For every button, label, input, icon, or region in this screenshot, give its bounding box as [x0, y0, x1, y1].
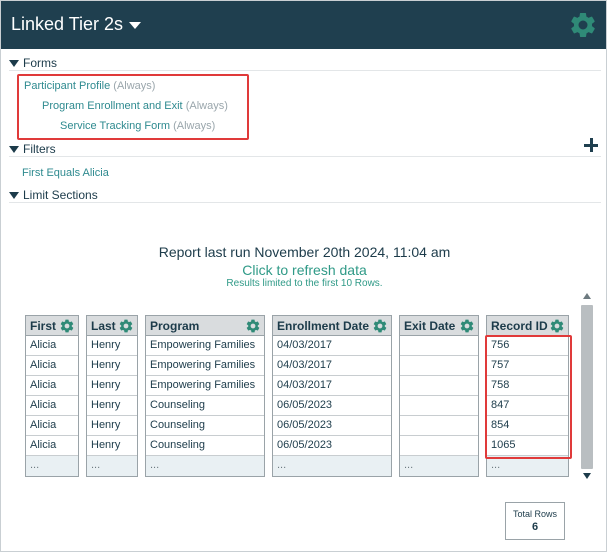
- column-gear-icon[interactable]: [59, 318, 75, 334]
- table-cell: Counseling: [146, 396, 264, 416]
- column-first: First Alicia Alicia Alicia Alicia Alicia…: [25, 315, 79, 477]
- table-cell: [400, 336, 478, 356]
- report-last-run: Report last run November 20th 2024, 11:0…: [158, 244, 451, 260]
- table-cell: 04/03/2017: [273, 336, 391, 356]
- table-cell: Henry: [87, 416, 137, 436]
- scroll-up-arrow-icon[interactable]: [583, 293, 591, 299]
- table-cell: Henry: [87, 436, 137, 456]
- table-cell: 06/05/2023: [273, 396, 391, 416]
- scroll-down-arrow-icon[interactable]: [583, 473, 591, 479]
- table-cell: Empowering Families: [146, 356, 264, 376]
- settings-gear-icon[interactable]: [568, 10, 598, 40]
- forms-section-toggle[interactable]: Forms: [9, 56, 57, 70]
- filters-section-toggle[interactable]: Filters: [9, 142, 56, 156]
- column-header-label: First: [30, 319, 57, 333]
- table-cell: Counseling: [146, 436, 264, 456]
- divider: [9, 202, 601, 203]
- forms-section-label: Forms: [23, 56, 57, 70]
- table-scrollbar[interactable]: [580, 291, 594, 481]
- table-cell: [400, 416, 478, 436]
- column-header-label: Record ID: [491, 319, 548, 333]
- column-program: Program Empowering Families Empowering F…: [145, 315, 265, 477]
- scroll-thumb[interactable]: [581, 305, 593, 469]
- column-header-label: Exit Date: [404, 319, 456, 333]
- collapse-triangle-icon: [9, 191, 19, 199]
- column-header-enrollment-date[interactable]: Enrollment Date: [273, 316, 391, 336]
- table-cell: [400, 436, 478, 456]
- total-rows-box: Total Rows 6: [505, 502, 565, 540]
- column-gear-icon[interactable]: [118, 318, 134, 334]
- panel-header: Linked Tier 2s: [1, 1, 606, 49]
- table-cell-ellipsis: ...: [146, 456, 264, 476]
- table-cell: Counseling: [146, 416, 264, 436]
- column-gear-icon[interactable]: [245, 318, 261, 334]
- table-cell: Henry: [87, 356, 137, 376]
- limit-sections-label: Limit Sections: [23, 188, 98, 202]
- column-enrollment-date: Enrollment Date 04/03/2017 04/03/2017 04…: [272, 315, 392, 477]
- forms-highlight-box: [17, 74, 249, 140]
- collapse-triangle-icon: [9, 59, 19, 67]
- table-cell: [400, 376, 478, 396]
- table-cell: Alicia: [26, 336, 78, 356]
- chevron-down-icon: [129, 22, 142, 29]
- filters-section-label: Filters: [23, 142, 56, 156]
- add-filter-plus-icon[interactable]: [584, 138, 598, 152]
- column-header-label: Last: [91, 319, 116, 333]
- divider: [9, 156, 601, 157]
- table-cell: Alicia: [26, 416, 78, 436]
- table-cell: Alicia: [26, 436, 78, 456]
- column-header-exit-date[interactable]: Exit Date: [400, 316, 478, 336]
- report-panel: Linked Tier 2s Forms Participant Profile…: [0, 0, 607, 552]
- table-cell: Alicia: [26, 376, 78, 396]
- column-header-label: Enrollment Date: [277, 319, 370, 333]
- panel-title: Linked Tier 2s: [11, 14, 124, 34]
- table-cell: Empowering Families: [146, 376, 264, 396]
- panel-title-dropdown[interactable]: Linked Tier 2s: [11, 14, 142, 35]
- table-cell: Henry: [87, 396, 137, 416]
- table-cell: 04/03/2017: [273, 356, 391, 376]
- table-cell: 06/05/2023: [273, 416, 391, 436]
- table-cell: 06/05/2023: [273, 436, 391, 456]
- column-header-first[interactable]: First: [26, 316, 78, 336]
- column-gear-icon[interactable]: [549, 318, 565, 334]
- table-cell: [400, 356, 478, 376]
- table-cell-ellipsis: ...: [26, 456, 78, 476]
- column-header-program[interactable]: Program: [146, 316, 264, 336]
- table-cell: Henry: [87, 336, 137, 356]
- limit-sections-toggle[interactable]: Limit Sections: [9, 188, 98, 202]
- total-rows-label: Total Rows: [512, 509, 557, 519]
- table-cell: Alicia: [26, 356, 78, 376]
- table-cell: 04/03/2017: [273, 376, 391, 396]
- table-cell: Henry: [87, 376, 137, 396]
- filter-item[interactable]: First Equals Alicia: [22, 167, 109, 179]
- table-cell: Alicia: [26, 396, 78, 416]
- record-id-highlight-box: [485, 335, 572, 459]
- column-last: Last Henry Henry Henry Henry Henry Henry…: [86, 315, 138, 477]
- table-cell-ellipsis: ...: [487, 456, 568, 476]
- column-header-last[interactable]: Last: [87, 316, 137, 336]
- divider: [9, 70, 601, 71]
- column-header-record-id[interactable]: Record ID: [487, 316, 568, 336]
- table-cell: Empowering Families: [146, 336, 264, 356]
- results-limit-note: Results limited to the first 10 Rows.: [226, 278, 383, 289]
- column-gear-icon[interactable]: [372, 318, 388, 334]
- table-cell-ellipsis: ...: [87, 456, 137, 476]
- table-cell: [400, 396, 478, 416]
- column-gear-icon[interactable]: [459, 318, 475, 334]
- refresh-data-link[interactable]: Click to refresh data: [1, 262, 607, 278]
- column-header-label: Program: [150, 319, 200, 333]
- table-cell-ellipsis: ...: [273, 456, 391, 476]
- column-exit-date: Exit Date ...: [399, 315, 479, 477]
- table-cell-ellipsis: ...: [400, 456, 478, 476]
- total-rows-value: 6: [531, 521, 539, 533]
- collapse-triangle-icon: [9, 145, 19, 153]
